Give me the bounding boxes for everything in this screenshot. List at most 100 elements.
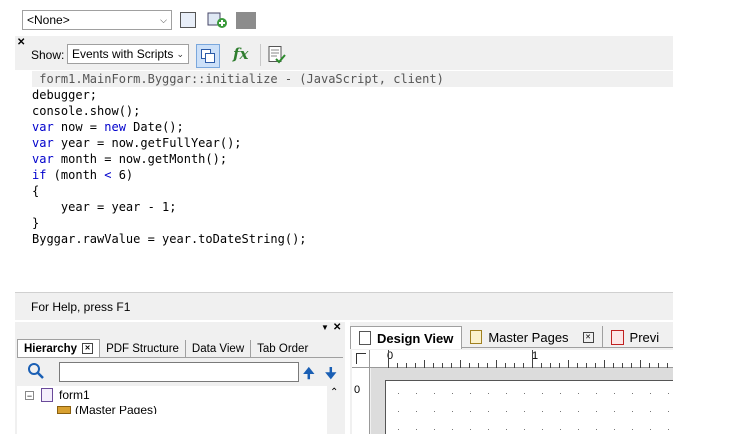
grid-dot [452, 429, 453, 430]
tab-hierarchy[interactable]: Hierarchy ✕ [17, 339, 101, 357]
tab-master-pages[interactable]: Master Pages ✕ [462, 326, 601, 348]
code-line: } [32, 215, 307, 231]
tab-pdf-structure[interactable]: PDF Structure [100, 340, 186, 357]
chevron-down-icon: ⌄ [176, 48, 184, 59]
pdf-icon [610, 329, 624, 345]
tab-master-pages-label: Master Pages [488, 329, 569, 345]
toolbar-icon[interactable] [236, 12, 256, 29]
check-script-icon[interactable] [267, 45, 287, 65]
chevron-up-icon[interactable]: ⌃ [330, 387, 338, 398]
grid-dot [596, 429, 597, 430]
grid-dot [614, 429, 615, 430]
fx-button[interactable]: fx [233, 45, 248, 63]
tab-data-view[interactable]: Data View [186, 340, 252, 357]
chevron-down-icon: ⌵ [160, 14, 167, 25]
code-keyword: var [32, 136, 54, 150]
close-icon[interactable]: ✕ [82, 343, 94, 354]
tab-strip: Design View Master Pages ✕ Previ [350, 326, 673, 349]
code-line: { [32, 183, 307, 199]
search-icon[interactable] [27, 362, 45, 380]
show-combo[interactable]: Events with Scripts ⌄ [67, 44, 189, 64]
grid-dot [398, 429, 399, 430]
code-text: Date(); [125, 120, 184, 134]
design-canvas[interactable] [371, 368, 673, 434]
grid-dot [578, 429, 579, 430]
tab-pdf-structure-label: PDF Structure [106, 342, 179, 355]
grid-dot [398, 411, 399, 412]
hierarchy-panel: ▼ ✕ Hierarchy ✕ PDF Structure Data View … [15, 322, 345, 434]
design-view-panel: Design View Master Pages ✕ Previ 0 1 0 [350, 322, 673, 434]
tree-item-form1[interactable]: form1 [59, 388, 90, 402]
ruler-tick [424, 360, 425, 368]
grid-dot [488, 393, 489, 394]
code-text: debugger; [32, 88, 98, 102]
tab-order[interactable]: Tab Order [251, 340, 314, 357]
grid-dot [578, 393, 579, 394]
grid-dot [542, 411, 543, 412]
ruler-label-v0: 0 [354, 384, 361, 396]
panel-menu-icon[interactable]: ▼ [321, 323, 329, 332]
page-icon [359, 331, 371, 345]
grid-dot [596, 393, 597, 394]
show-combo-value: Events with Scripts [72, 47, 174, 61]
form-icon [41, 388, 53, 402]
events-button[interactable] [196, 44, 220, 68]
arrow-down-icon[interactable]: 🠋 [325, 363, 337, 387]
master-pages-icon [57, 406, 71, 414]
top-combo[interactable]: <None> ⌵ [22, 10, 172, 30]
tree-item-master-pages[interactable]: (Master Pages) [75, 406, 157, 414]
grid-dot [488, 411, 489, 412]
status-bar: For Help, press F1 [15, 292, 673, 320]
tab-preview-label: Previ [629, 329, 660, 345]
close-icon[interactable]: ✕ [17, 37, 25, 48]
ruler-tick [604, 360, 605, 368]
grid-dot [470, 393, 471, 394]
ruler-tick [640, 360, 641, 368]
ruler-origin-icon [356, 353, 366, 364]
tab-data-view-label: Data View [191, 342, 245, 355]
document-icon[interactable] [180, 12, 196, 28]
expand-collapse-icon[interactable]: − [25, 391, 34, 401]
toolbar-separator [260, 44, 261, 66]
close-icon[interactable]: ✕ [333, 322, 341, 333]
ruler-tick [460, 360, 461, 368]
grid-dot [524, 429, 525, 430]
grid-dot [614, 411, 615, 412]
code-lines: debugger; console.show(); var now = new Da… [32, 87, 307, 247]
close-icon[interactable]: ✕ [582, 331, 594, 343]
tab-preview-pdf[interactable]: Previ [601, 326, 660, 348]
code-text: year = year - 1; [32, 200, 177, 214]
scrollbar[interactable]: ⌃ [327, 386, 343, 434]
top-toolbar: <None> ⌵ [0, 0, 738, 36]
script-editor-panel: ✕ Show: Events with Scripts ⌄ fx form1.M… [15, 36, 673, 320]
grid-dot [398, 393, 399, 394]
code-text: year = now.getFullYear(); [53, 136, 242, 150]
grid-dot [488, 429, 489, 430]
grid-dot [650, 429, 651, 430]
grid-dot [434, 393, 435, 394]
code-text: month = now.getMonth(); [53, 152, 228, 166]
grid-dot [668, 393, 669, 394]
grid-dot [434, 429, 435, 430]
arrow-up-icon[interactable]: 🠉 [303, 363, 315, 387]
tab-design-view[interactable]: Design View [350, 326, 463, 349]
add-field-icon[interactable] [207, 11, 229, 29]
code-keyword: var [32, 120, 54, 134]
grid-dot [416, 411, 417, 412]
code-line: var month = now.getMonth(); [32, 151, 307, 167]
code-editor[interactable]: form1.MainForm.Byggar::initialize - (Jav… [15, 70, 673, 292]
status-text: For Help, press F1 [31, 300, 131, 314]
search-input[interactable] [59, 362, 299, 382]
grid-dot [632, 411, 633, 412]
grid-dot [470, 429, 471, 430]
grid-dot [668, 429, 669, 430]
code-line: Byggar.rawValue = year.toDateString(); [32, 231, 307, 247]
code-line: var now = new Date(); [32, 119, 307, 135]
code-line: year = year - 1; [32, 199, 307, 215]
ruler-tick [496, 360, 497, 368]
ruler-tick [532, 350, 533, 368]
grid-dot [542, 429, 543, 430]
code-text: Byggar.rawValue = year.toDateString(); [32, 232, 307, 246]
design-page[interactable] [385, 380, 673, 434]
grid-dot [542, 393, 543, 394]
